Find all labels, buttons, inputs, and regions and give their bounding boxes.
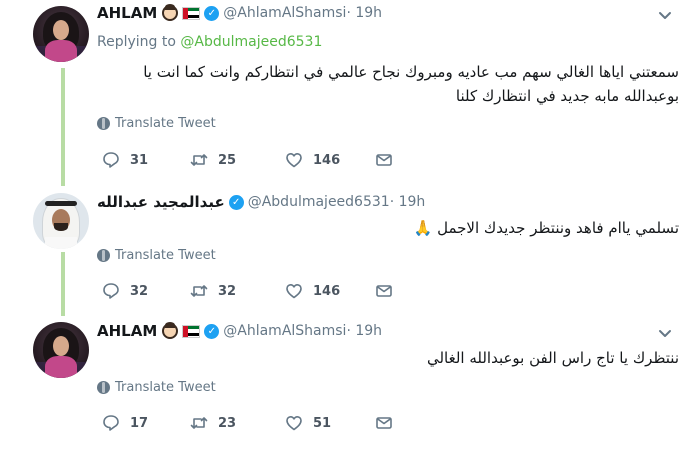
avatar-thobe <box>45 237 77 249</box>
chevron-down-icon[interactable] <box>658 9 672 23</box>
translate-tweet-link[interactable]: Translate Tweet <box>97 248 216 263</box>
tweet-time[interactable]: · 19h <box>346 323 382 339</box>
tweet-actions: 17 23 51 <box>102 414 422 434</box>
author-handle[interactable]: @Abdulmajeed6531 <box>248 194 390 210</box>
like-count: 146 <box>313 283 341 299</box>
tweet-text-content: تسلمي ياام فاهد وننتظر جديدك الاجمل <box>437 219 679 237</box>
tweet-header: AHLAM ✓ @AhlamAlShamsi · 19h <box>97 322 382 340</box>
avatar-agal <box>45 201 77 206</box>
tweet[interactable]: AHLAM ✓ @AhlamAlShamsi · 19h ننتظرك يا ت… <box>0 316 700 450</box>
like-icon <box>286 416 302 431</box>
reply-button[interactable]: 31 <box>102 151 148 169</box>
reply-button[interactable]: 17 <box>102 414 148 432</box>
like-button[interactable]: 146 <box>285 282 340 300</box>
retweet-count: 23 <box>218 415 237 431</box>
tweet[interactable]: عبدالمجيد عبدالله ✓ @Abdulmajeed6531 · 1… <box>0 188 700 316</box>
reply-icon <box>103 152 119 168</box>
like-icon <box>286 153 302 168</box>
retweet-icon <box>190 154 208 166</box>
tweet-header: عبدالمجيد عبدالله ✓ @Abdulmajeed6531 · 1… <box>97 193 425 211</box>
chevron-down-icon[interactable] <box>658 327 672 341</box>
retweet-button[interactable]: 23 <box>190 414 236 432</box>
tweet-time[interactable]: · 19h <box>346 5 382 21</box>
avatar[interactable] <box>33 322 89 378</box>
retweet-button[interactable]: 25 <box>190 151 236 169</box>
tweet-actions: 31 25 146 <box>102 151 422 171</box>
reply-count: 32 <box>130 283 149 299</box>
retweet-icon <box>190 417 208 429</box>
globe-icon <box>97 117 110 130</box>
like-icon <box>286 284 302 299</box>
replying-to: Replying to @Abdulmajeed6531 <box>97 34 322 50</box>
reply-count: 17 <box>130 415 149 431</box>
translate-label: Translate Tweet <box>115 116 216 131</box>
author-handle[interactable]: @AhlamAlShamsi <box>223 5 346 21</box>
avatar-beard <box>54 223 68 231</box>
globe-icon <box>97 381 110 394</box>
tweet-header: AHLAM ✓ @AhlamAlShamsi · 19h <box>97 4 382 22</box>
woman-emoji-icon <box>162 4 179 21</box>
translate-label: Translate Tweet <box>115 248 216 263</box>
woman-emoji-icon <box>162 322 179 339</box>
message-icon <box>376 154 392 166</box>
like-count: 146 <box>313 152 341 168</box>
author-name[interactable]: AHLAM <box>97 4 157 22</box>
retweet-count: 25 <box>218 152 237 168</box>
reply-count: 31 <box>130 152 149 168</box>
verified-icon: ✓ <box>204 323 220 339</box>
author-name[interactable]: AHLAM <box>97 322 157 340</box>
message-button[interactable] <box>375 282 393 300</box>
message-icon <box>376 285 392 297</box>
globe-icon <box>97 249 110 262</box>
uae-flag-icon <box>182 324 201 338</box>
tweet-actions: 32 32 146 <box>102 282 422 302</box>
avatar-face <box>53 20 69 40</box>
mention-link[interactable]: @Abdulmajeed6531 <box>180 34 322 50</box>
reply-button[interactable]: 32 <box>102 282 148 300</box>
author-name[interactable]: عبدالمجيد عبدالله <box>97 193 225 211</box>
tweet-text: تسلمي ياام فاهد وننتظر جديدك الاجمل 🙏 <box>97 216 679 240</box>
replying-label: Replying to <box>97 34 181 50</box>
message-icon <box>376 417 392 429</box>
translate-label: Translate Tweet <box>115 380 216 395</box>
retweet-icon <box>190 285 208 297</box>
like-count: 51 <box>313 415 332 431</box>
avatar-dress <box>45 356 77 378</box>
uae-flag-icon <box>182 6 201 20</box>
translate-tweet-link[interactable]: Translate Tweet <box>97 116 216 131</box>
reply-icon <box>103 415 119 431</box>
praying-hands-emoji: 🙏 <box>413 219 433 237</box>
avatar[interactable] <box>33 193 89 249</box>
tweet-text: سمعتني اياها الغالي سهم مب عاديه ومبروك … <box>143 63 679 105</box>
tweet[interactable]: AHLAM ✓ @AhlamAlShamsi · 19h Replying to… <box>0 0 700 188</box>
message-button[interactable] <box>375 414 393 432</box>
tweet-time[interactable]: · 19h <box>390 194 426 210</box>
avatar[interactable] <box>33 6 89 62</box>
retweet-button[interactable]: 32 <box>190 282 236 300</box>
like-button[interactable]: 51 <box>285 414 331 432</box>
avatar-face <box>53 336 69 356</box>
avatar-dress <box>45 40 77 62</box>
translate-tweet-link[interactable]: Translate Tweet <box>97 380 216 395</box>
author-handle[interactable]: @AhlamAlShamsi <box>223 323 346 339</box>
retweet-count: 32 <box>218 283 237 299</box>
like-button[interactable]: 146 <box>285 151 340 169</box>
message-button[interactable] <box>375 151 393 169</box>
tweet-text: ننتظرك يا تاج راس الفن بوعبدالله الغالي <box>426 349 679 367</box>
reply-icon <box>103 283 119 299</box>
verified-icon: ✓ <box>228 194 244 210</box>
verified-icon: ✓ <box>204 5 220 21</box>
